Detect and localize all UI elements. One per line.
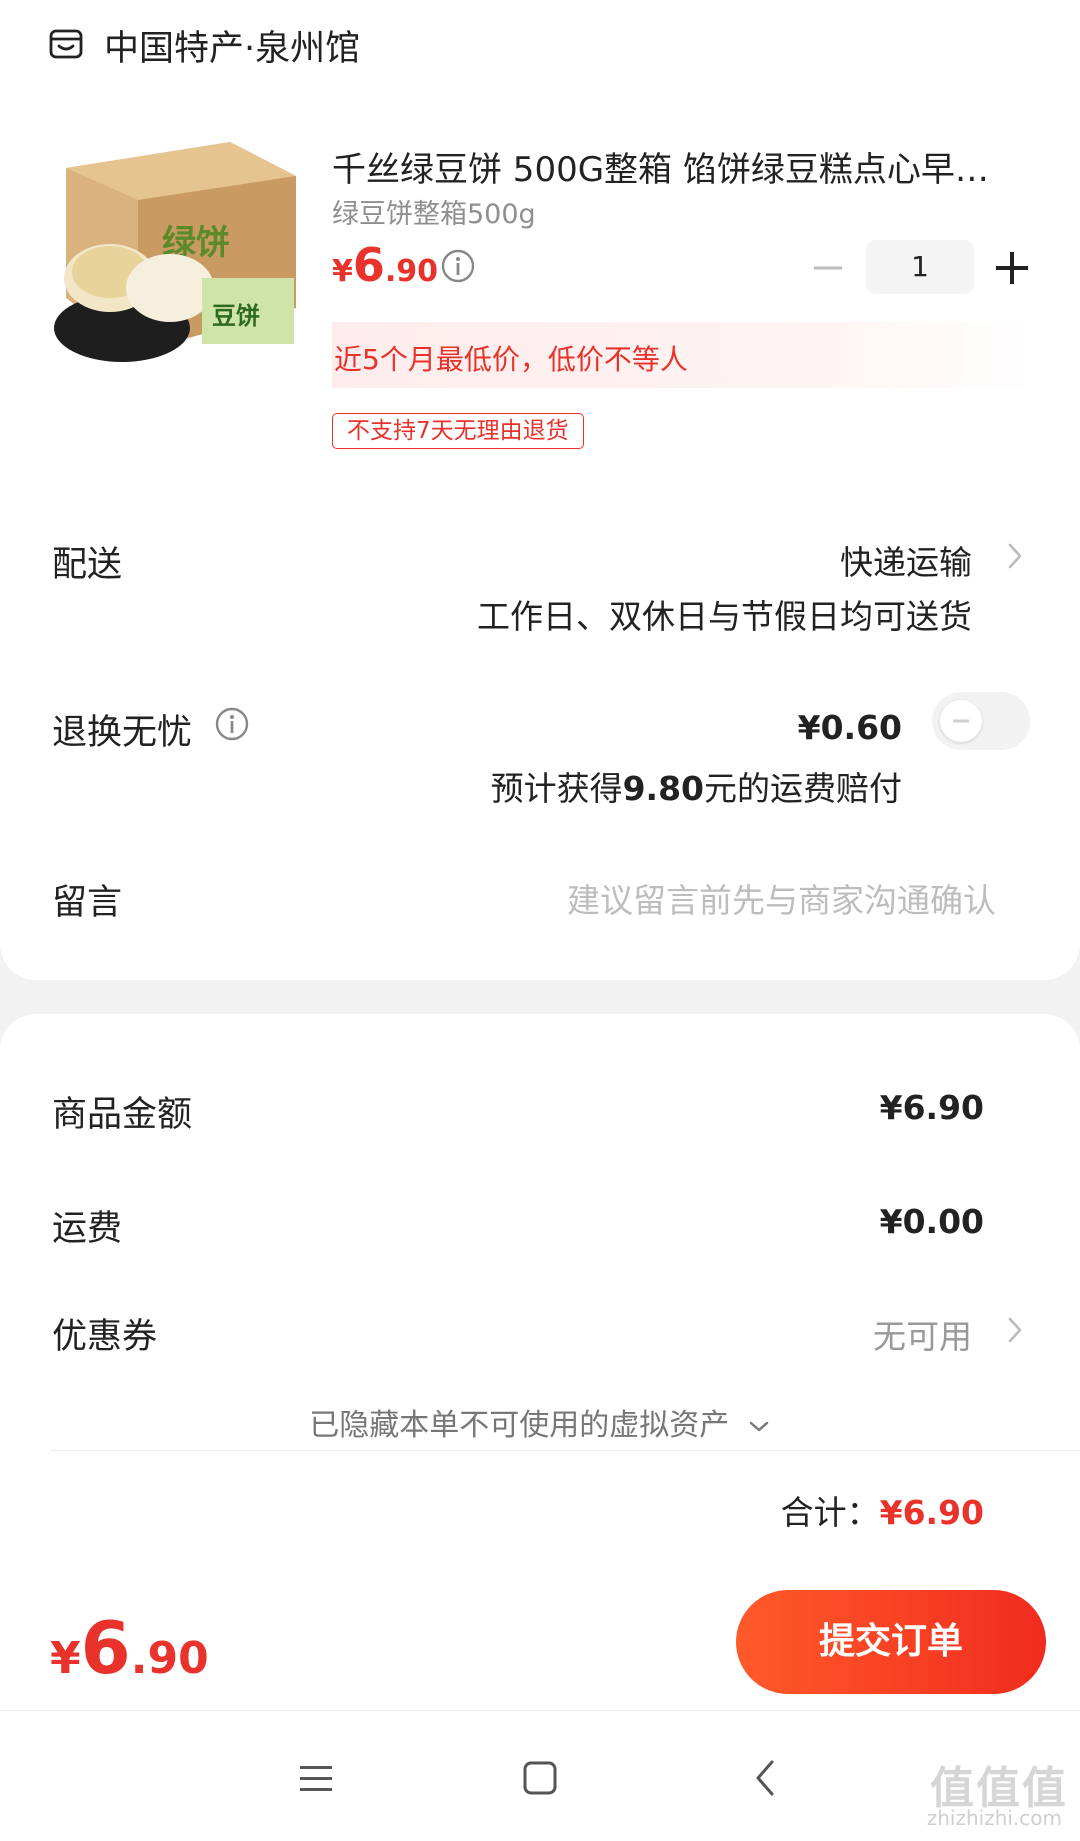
back-icon[interactable] <box>736 1748 796 1808</box>
low-price-text: 近5个月最低价，低价不等人 <box>334 343 688 376</box>
goods-amount-value: ¥6.90 <box>879 1088 984 1127</box>
goods-amount-label: 商品金额 <box>52 1095 193 1135</box>
toggle-knob <box>940 700 982 742</box>
delivery-note: 工作日、双休日与节假日均可送货 <box>477 597 972 636</box>
shop-icon <box>49 29 83 59</box>
total-value: ¥6.90 <box>879 1493 984 1532</box>
shop-name[interactable]: 中国特产·泉州馆 <box>104 20 360 71</box>
return-service-toggle[interactable] <box>932 692 1030 750</box>
product-price: ¥6.90 <box>332 238 439 292</box>
delivery-label: 配送 <box>52 545 123 585</box>
message-label: 留言 <box>52 883 123 923</box>
coupon-label: 优惠券 <box>52 1317 158 1357</box>
product-spec[interactable]: 绿豆饼整箱500g <box>332 192 536 231</box>
total-label: 合计： <box>780 1493 880 1532</box>
shipping-fee-value: ¥0.00 <box>879 1202 984 1241</box>
submit-order-button[interactable]: 提交订单 <box>736 1590 1046 1694</box>
minus-icon <box>953 719 969 723</box>
chevron-right-icon[interactable] <box>1006 1316 1024 1344</box>
delivery-method[interactable]: 快递运输 <box>840 536 972 584</box>
return-service-info-icon[interactable] <box>214 706 250 742</box>
no-return-tag: 不支持7天无理由退货 <box>332 413 584 449</box>
product-title[interactable]: 千丝绿豆饼 500G整箱 馅饼绿豆糕点心早… <box>332 142 1022 191</box>
return-service-note: 预计获得9.80元的运费赔付 <box>490 769 902 808</box>
return-service-price: ¥0.60 <box>797 708 902 747</box>
checkout-price: ¥6.90 <box>50 1606 209 1690</box>
shipping-fee-label: 运费 <box>52 1209 123 1249</box>
hidden-assets-text: 已隐藏本单不可使用的虚拟资产 <box>309 1408 730 1443</box>
price-info-icon[interactable] <box>440 248 476 284</box>
watermark-url: zhizhizhi.com <box>926 1806 1062 1830</box>
home-icon[interactable] <box>510 1748 570 1808</box>
return-service-label: 退换无忧 <box>52 713 193 753</box>
coupon-value[interactable]: 无可用 <box>873 1310 972 1358</box>
menu-icon[interactable] <box>286 1748 346 1808</box>
message-input[interactable]: 建议留言前先与商家沟通确认 <box>567 874 996 922</box>
increase-quantity-button[interactable] <box>990 246 1034 290</box>
quantity-input[interactable]: 1 <box>866 240 974 294</box>
order-total: 合计：¥6.90 <box>781 1486 984 1534</box>
chevron-right-icon[interactable] <box>1006 542 1024 570</box>
chevron-down-icon <box>749 1421 768 1432</box>
product-image[interactable]: 绿饼 豆饼 <box>52 138 300 380</box>
decrease-quantity-button[interactable] <box>806 246 850 290</box>
divider <box>50 1450 1080 1451</box>
hidden-assets-toggle[interactable]: 已隐藏本单不可使用的虚拟资产 <box>0 1400 1080 1444</box>
svg-text:豆饼: 豆饼 <box>212 302 260 330</box>
